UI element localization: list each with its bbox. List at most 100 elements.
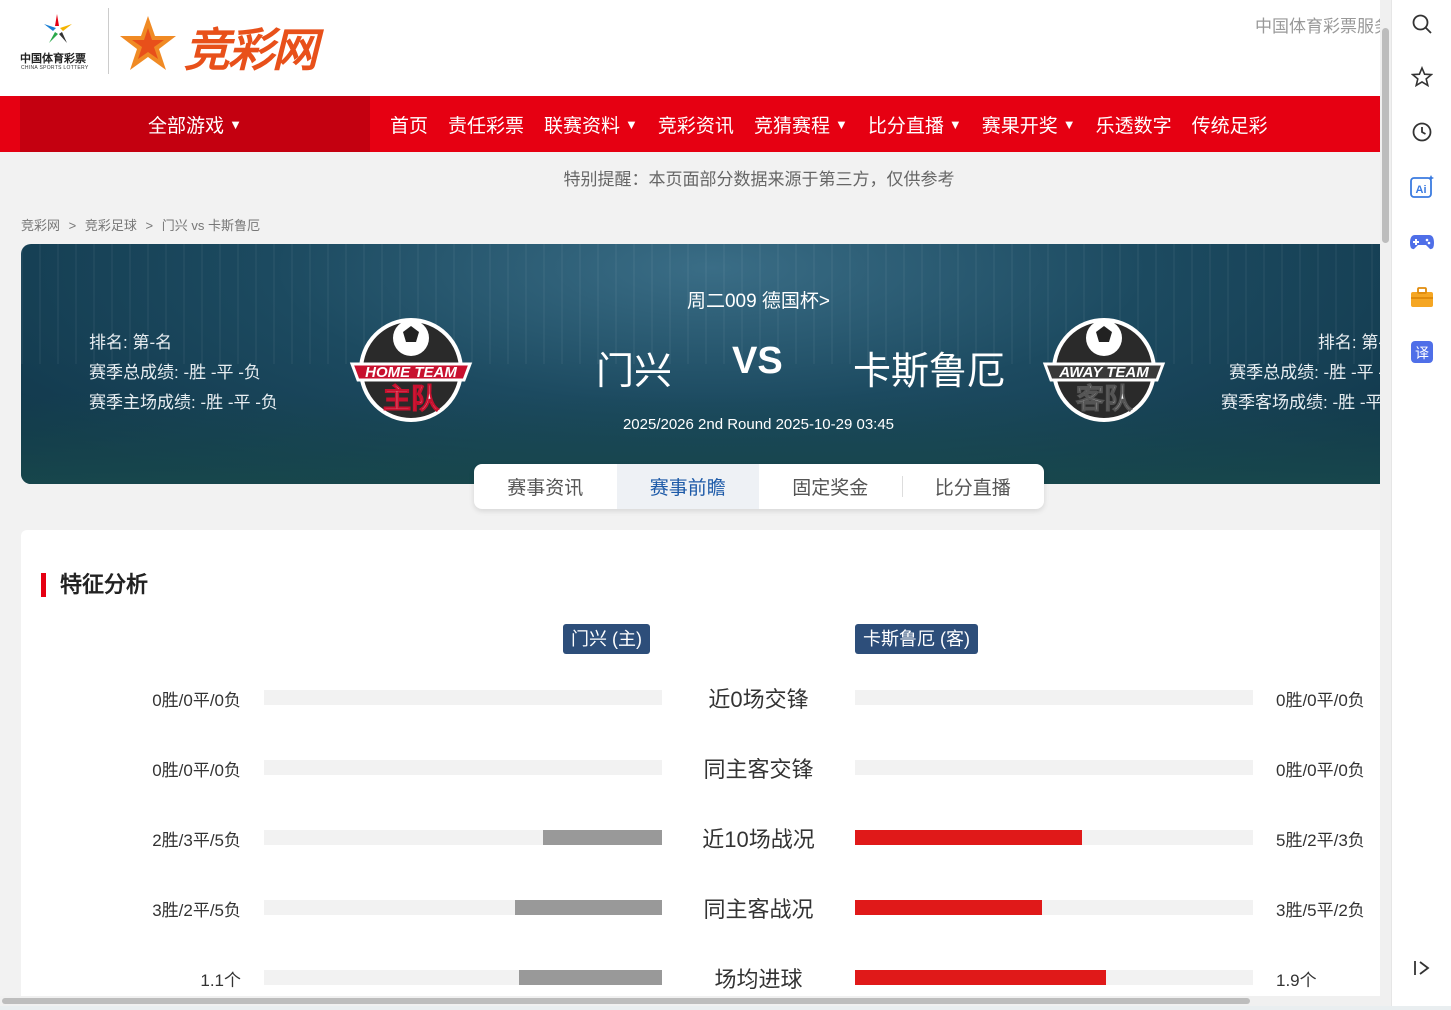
nav-item-label: 责任彩票 (448, 115, 525, 137)
away-team-badge: 卡斯鲁厄 (客) (855, 624, 978, 654)
nav-item[interactable]: 乐透数字 (1096, 111, 1172, 138)
nav-item[interactable]: 责任彩票 (448, 111, 524, 138)
home-bar-fill (514, 900, 662, 915)
ai-icon[interactable]: Ai (1408, 173, 1436, 201)
match-banner: 周二009 德国杯> 排名: 第-名 赛季总成绩: -胜 -平 -负 赛季主场成… (21, 244, 1391, 484)
horizontal-scrollbar[interactable] (0, 996, 1391, 1006)
home-team-logo: HOME TEAM 主队 (349, 318, 473, 422)
match-title[interactable]: 周二009 德国杯> (21, 286, 1391, 313)
caret-down-icon: ▼ (834, 116, 848, 132)
row-label: 场均进球 (714, 967, 803, 992)
page: 中国体育彩票 CHINA SPORTS LOTTERY 竞彩网 中国体育彩票服务… (0, 0, 1391, 1010)
home-value: 3胜/2平/5负 (152, 901, 241, 920)
row-label: 近10场战况 (702, 827, 815, 852)
home-bar-track (264, 830, 662, 845)
nav-item[interactable]: 传统足彩 (1192, 111, 1268, 138)
analysis-panel: 特征分析 门兴 (主) 卡斯鲁厄 (客) 0胜/0平/0负 近0场交锋 0胜/0平/… (21, 530, 1391, 1010)
china-sports-lottery-logo[interactable]: 中国体育彩票 CHINA SPORTS LOTTERY (18, 10, 102, 74)
section-title: 特征分析 (41, 573, 148, 597)
away-season-record: 赛季总成绩: -胜 -平 -负 (1229, 363, 1391, 382)
home-value: 2胜/3平/5负 (152, 831, 241, 850)
collapse-icon[interactable] (1408, 954, 1436, 982)
nav-item[interactable]: 比分直播 ▼ (868, 111, 962, 138)
away-team-name[interactable]: 卡斯鲁厄 (853, 340, 1005, 395)
away-value: 0胜/0平/0负 (1276, 761, 1365, 780)
match-info: 2025/2026 2nd Round 2025-10-29 03:45 (622, 416, 895, 433)
home-bar-track (264, 900, 662, 915)
nav-item-label: 首页 (390, 115, 429, 137)
away-bar-track (855, 970, 1253, 985)
all-games-menu[interactable]: 全部游戏 ▼ (20, 96, 370, 152)
home-team-info: 排名: 第-名 赛季总成绩: -胜 -平 -负 赛季主场成绩: -胜 -平 -负 (89, 328, 278, 418)
logo-divider (108, 8, 109, 74)
away-bar-track (855, 830, 1253, 845)
site-logo-text: 竞彩网 (184, 24, 318, 76)
nav-item[interactable]: 首页 (390, 111, 428, 138)
window-bottom-border (0, 1006, 1451, 1010)
home-bar-track (264, 760, 662, 775)
away-value: 5胜/2平/3负 (1276, 831, 1365, 850)
nav-items: 首页 责任彩票 联赛资料 ▼ 竞彩资讯 竞猜赛程 ▼ 比分直播 ▼ 赛果开奖 ▼ 乐透数字 传统足彩 (380, 96, 1278, 152)
tab-2[interactable]: 固定奖金 (759, 464, 902, 509)
nav-item-label: 比分直播 (867, 115, 944, 137)
nav-item-label: 乐透数字 (1095, 115, 1172, 137)
nav-item-label: 赛果开奖 (981, 115, 1058, 137)
lottery-logo-text: 中国体育彩票 (20, 53, 86, 65)
star-icon[interactable] (1408, 63, 1436, 91)
analysis-row: 3胜/2平/5负 同主客战况 3胜/5平/2负 (21, 892, 1391, 922)
breadcrumb: 竞彩网 > 竞彩足球 > 门兴 vs 卡斯鲁厄 (21, 215, 265, 234)
caret-down-icon: ▼ (1062, 116, 1076, 132)
away-value: 1.9个 (1276, 971, 1317, 990)
breadcrumb-home[interactable]: 竞彩网 (21, 218, 60, 233)
nav-item-label: 联赛资料 (544, 115, 621, 137)
site-header: 中国体育彩票 CHINA SPORTS LOTTERY 竞彩网 中国体育彩票服务 (0, 0, 1391, 96)
tab-0[interactable]: 赛事资讯 (474, 464, 617, 509)
lottery-logo-en: CHINA SPORTS LOTTERY (21, 65, 89, 71)
breadcrumb-current: 门兴 vs 卡斯鲁厄 (161, 218, 260, 233)
nav-item[interactable]: 竞彩资讯 (658, 111, 734, 138)
search-icon[interactable] (1408, 10, 1436, 38)
row-label: 近0场交锋 (708, 687, 809, 712)
away-bar-fill (855, 830, 1082, 845)
notice-text: 特别提醒：本页面部分数据来源于第三方，仅供参考 (563, 170, 955, 189)
home-season-record: 赛季总成绩: -胜 -平 -负 (89, 363, 261, 382)
game-icon[interactable] (1408, 228, 1436, 256)
home-team-name[interactable]: 门兴 (596, 340, 672, 395)
translate-icon[interactable]: 译 (1408, 338, 1436, 366)
tab-1[interactable]: 赛事前瞻 (616, 464, 759, 509)
away-rank: 排名: 第-名 (1317, 333, 1391, 352)
away-logo-text-top: AWAY TEAM (1058, 364, 1149, 381)
analysis-row: 1.1个 场均进球 1.9个 (21, 962, 1391, 992)
horizontal-scroll-thumb[interactable] (2, 998, 1250, 1004)
nav-item[interactable]: 竞猜赛程 ▼ (754, 111, 848, 138)
breadcrumb-football[interactable]: 竞彩足球 (85, 218, 137, 233)
lottery-service-link[interactable]: 中国体育彩票服务 (1255, 12, 1391, 37)
home-team-badge: 门兴 (主) (563, 624, 650, 654)
lottery-mark-icon (44, 14, 72, 43)
nav-item[interactable]: 联赛资料 ▼ (544, 111, 638, 138)
home-value: 0胜/0平/0负 (152, 761, 241, 780)
home-venue-record: 赛季主场成绩: -胜 -平 -负 (89, 393, 278, 412)
away-value: 0胜/0平/0负 (1276, 691, 1365, 710)
analysis-row: 2胜/3平/5负 近10场战况 5胜/2平/3负 (21, 822, 1391, 852)
nav-item-label: 竞猜赛程 (753, 115, 830, 137)
away-bar-fill (855, 970, 1106, 985)
star-logo-icon (120, 16, 176, 70)
browser-sidebar: Ai 译 (1391, 0, 1451, 1010)
home-rank: 排名: 第-名 (89, 333, 173, 352)
match-tabs: 赛事资讯 赛事前瞻 固定奖金 比分直播 (474, 464, 1044, 509)
analysis-row: 0胜/0平/0负 近0场交锋 0胜/0平/0负 (21, 682, 1391, 712)
tab-3[interactable]: 比分直播 (901, 464, 1045, 509)
history-icon[interactable] (1408, 118, 1436, 146)
home-value: 1.1个 (200, 971, 241, 990)
caret-down-icon: ▼ (948, 116, 962, 132)
home-logo-text-top: HOME TEAM (365, 364, 457, 381)
vertical-scroll-thumb[interactable] (1382, 28, 1389, 243)
away-venue-record: 赛季客场成绩: -胜 -平 -负 (1221, 393, 1391, 412)
caret-down-icon: ▼ (229, 116, 242, 132)
nav-item[interactable]: 赛果开奖 ▼ (982, 111, 1076, 138)
home-bar-track (264, 970, 662, 985)
briefcase-icon[interactable] (1408, 283, 1436, 311)
site-logo[interactable]: 竞彩网 (118, 10, 358, 76)
vertical-scrollbar[interactable] (1380, 0, 1391, 1000)
